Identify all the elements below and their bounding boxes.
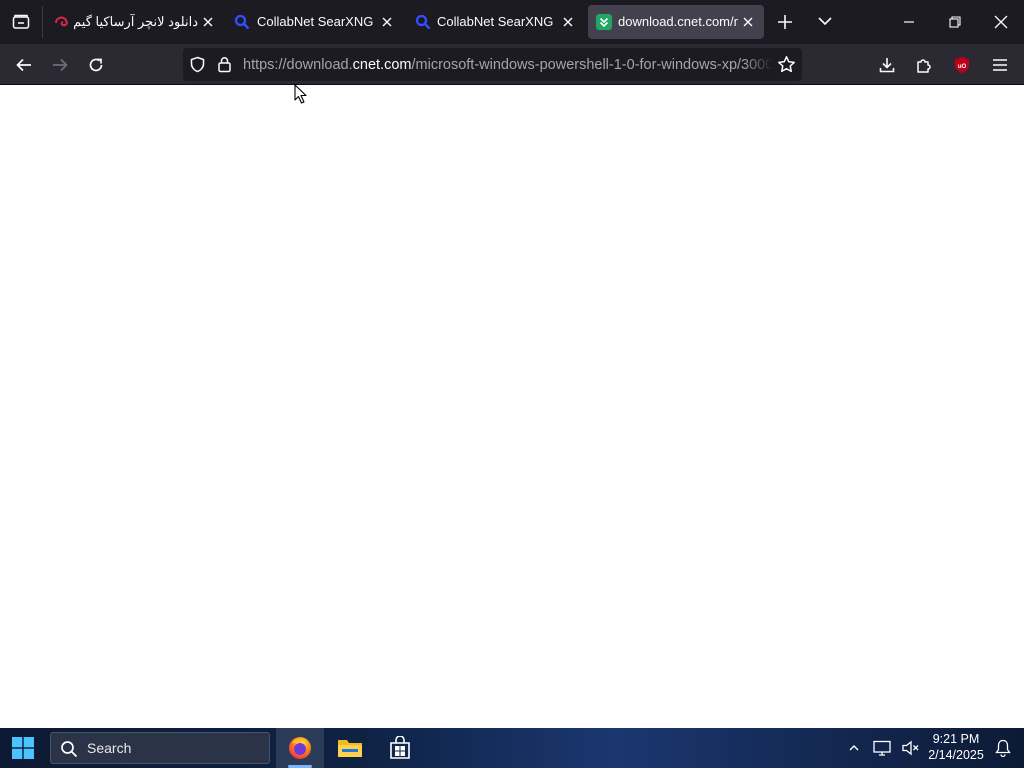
reload-icon [89, 58, 103, 72]
tab-searxng-2[interactable]: CollabNet SearXNG [405, 5, 581, 39]
volume-tray-button[interactable] [901, 738, 921, 758]
speaker-muted-icon [902, 740, 919, 756]
searxng-magnifier-icon [415, 14, 431, 30]
url-scheme: https:// [243, 57, 287, 73]
taskbar-clock[interactable]: 9:21 PM 2/14/2025 [924, 731, 988, 765]
tab-cnet-download[interactable]: download.cnet.com/microsoft-windows-powe… [588, 5, 764, 39]
store-icon [390, 736, 410, 759]
close-icon [994, 15, 1008, 29]
tab-separator [42, 6, 43, 38]
chevron-down-icon[interactable] [816, 12, 834, 30]
url-host-prefix: download. [286, 57, 353, 73]
url-path: /microsoft-windows-powershell-1-0-for-wi… [411, 57, 771, 73]
lock-icon[interactable] [217, 56, 232, 73]
ublock-origin-shield-icon: uO [955, 57, 969, 73]
start-button[interactable] [6, 732, 40, 764]
close-icon[interactable] [200, 14, 216, 30]
tab-title: CollabNet SearXNG [437, 14, 554, 29]
firefox-view-button[interactable] [0, 0, 42, 44]
taskbar-search-box[interactable]: Search [50, 732, 270, 764]
windows-logo-icon [12, 737, 34, 759]
taskbar-search-label: Search [87, 740, 132, 756]
navigation-toolbar: https://download.cnet.com/microsoft-wind… [0, 44, 1024, 85]
bell-icon [995, 739, 1011, 757]
restore-button[interactable] [932, 0, 978, 44]
forward-arrow-icon [53, 58, 68, 72]
firefox-icon [289, 737, 311, 759]
minimize-button[interactable] [886, 0, 932, 44]
app-menu-button[interactable] [987, 52, 1013, 78]
tab-title: دانلود لانچر آرساکیا گیم [74, 14, 198, 29]
taskbar-file-explorer[interactable] [326, 728, 374, 768]
tab-title: CollabNet SearXNG [257, 14, 374, 29]
clock-date: 2/14/2025 [928, 748, 984, 762]
url-text[interactable]: https://download.cnet.com/microsoft-wind… [243, 56, 771, 74]
tracking-protection-shield-icon[interactable] [189, 56, 206, 73]
taskbar-store[interactable] [376, 728, 424, 768]
url-host: cnet.com [352, 57, 412, 73]
arsakia-logo-icon [55, 16, 68, 27]
url-fade [743, 52, 773, 77]
file-explorer-icon [338, 740, 362, 757]
show-hidden-icons-button[interactable] [844, 738, 864, 758]
monitor-icon [873, 740, 891, 756]
tab-title: download.cnet.com/microsoft-windows-powe… [618, 14, 738, 29]
page-content[interactable] [0, 85, 1024, 728]
forward-button[interactable] [47, 52, 73, 78]
taskbar: Search 9:21 PM 2/14/2025 [0, 728, 1024, 768]
ublock-origin-button[interactable]: uO [949, 52, 975, 78]
cnet-download-icon [596, 14, 612, 30]
notifications-button[interactable] [993, 738, 1013, 758]
minimize-icon [904, 21, 914, 23]
firefox-view-icon [12, 14, 30, 29]
downloads-button[interactable] [874, 52, 900, 78]
searxng-magnifier-icon [234, 14, 250, 30]
display-tray-button[interactable] [872, 738, 892, 758]
search-icon [61, 741, 78, 758]
download-icon [879, 58, 895, 73]
close-icon[interactable] [740, 14, 756, 30]
extensions-button[interactable] [911, 52, 937, 78]
tab-searxng-1[interactable]: CollabNet SearXNG [225, 5, 400, 39]
svg-text:uO: uO [958, 64, 967, 70]
restore-icon [949, 16, 961, 28]
url-bar[interactable]: https://download.cnet.com/microsoft-wind… [183, 48, 802, 81]
hamburger-menu-icon [993, 59, 1007, 71]
new-tab-plus-icon[interactable] [774, 11, 796, 33]
clock-time: 9:21 PM [932, 732, 980, 746]
close-window-button[interactable] [978, 0, 1024, 44]
mouse-cursor-icon [294, 84, 307, 104]
back-button[interactable] [11, 52, 37, 78]
tab-arsakia[interactable]: دانلود لانچر آرساکیا گیم [46, 5, 218, 39]
reload-button[interactable] [83, 52, 109, 78]
tab-strip: دانلود لانچر آرساکیا گیم CollabNet SearX… [0, 0, 1024, 44]
back-arrow-icon [16, 58, 31, 72]
bookmark-star-icon[interactable] [777, 55, 796, 74]
puzzle-piece-icon [917, 59, 931, 73]
taskbar-firefox[interactable] [276, 728, 324, 768]
close-icon[interactable] [560, 14, 576, 30]
chevron-up-icon [849, 745, 859, 751]
close-icon[interactable] [379, 14, 395, 30]
